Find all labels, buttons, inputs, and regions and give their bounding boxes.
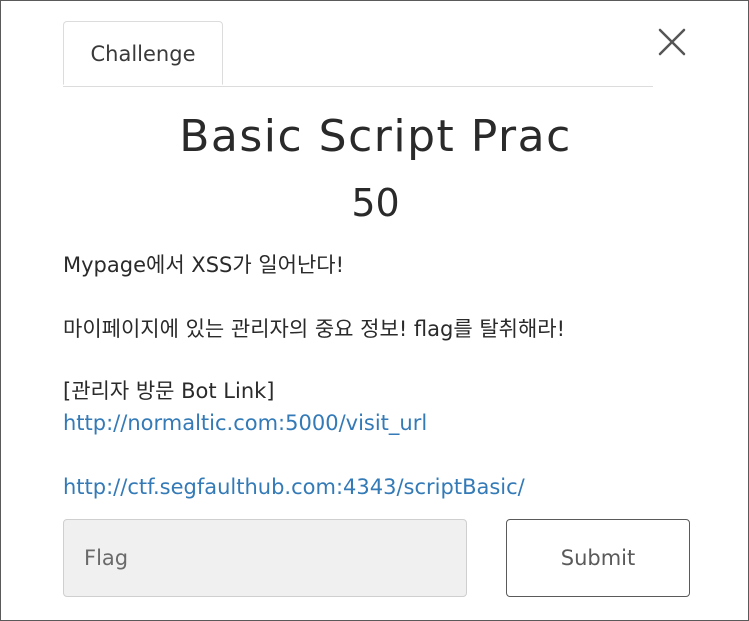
challenge-title: Basic Script Prac <box>179 111 572 162</box>
challenge-points: 50 <box>351 181 400 225</box>
description-line-1: Mypage에서 XSS가 일어난다! <box>63 253 345 277</box>
submit-button[interactable]: Submit <box>506 519 690 597</box>
bot-visit-link[interactable]: http://normaltic.com:5000/visit_url <box>63 411 427 435</box>
tab-challenge[interactable]: Challenge <box>63 21 223 85</box>
close-icon <box>658 28 686 56</box>
challenge-url-link[interactable]: http://ctf.segfaulthub.com:4343/scriptBa… <box>63 475 525 499</box>
description-line-2: 마이페이지에 있는 관리자의 중요 정보! flag를 탈취해라! <box>63 317 566 341</box>
tab-bar: Challenge <box>63 21 653 87</box>
challenge-modal: Challenge Basic Script Prac 50 Mypage에서 … <box>0 0 749 621</box>
flag-input[interactable] <box>63 519 467 597</box>
description-line-3: [관리자 방문 Bot Link] <box>63 379 275 403</box>
close-button[interactable] <box>655 25 689 59</box>
